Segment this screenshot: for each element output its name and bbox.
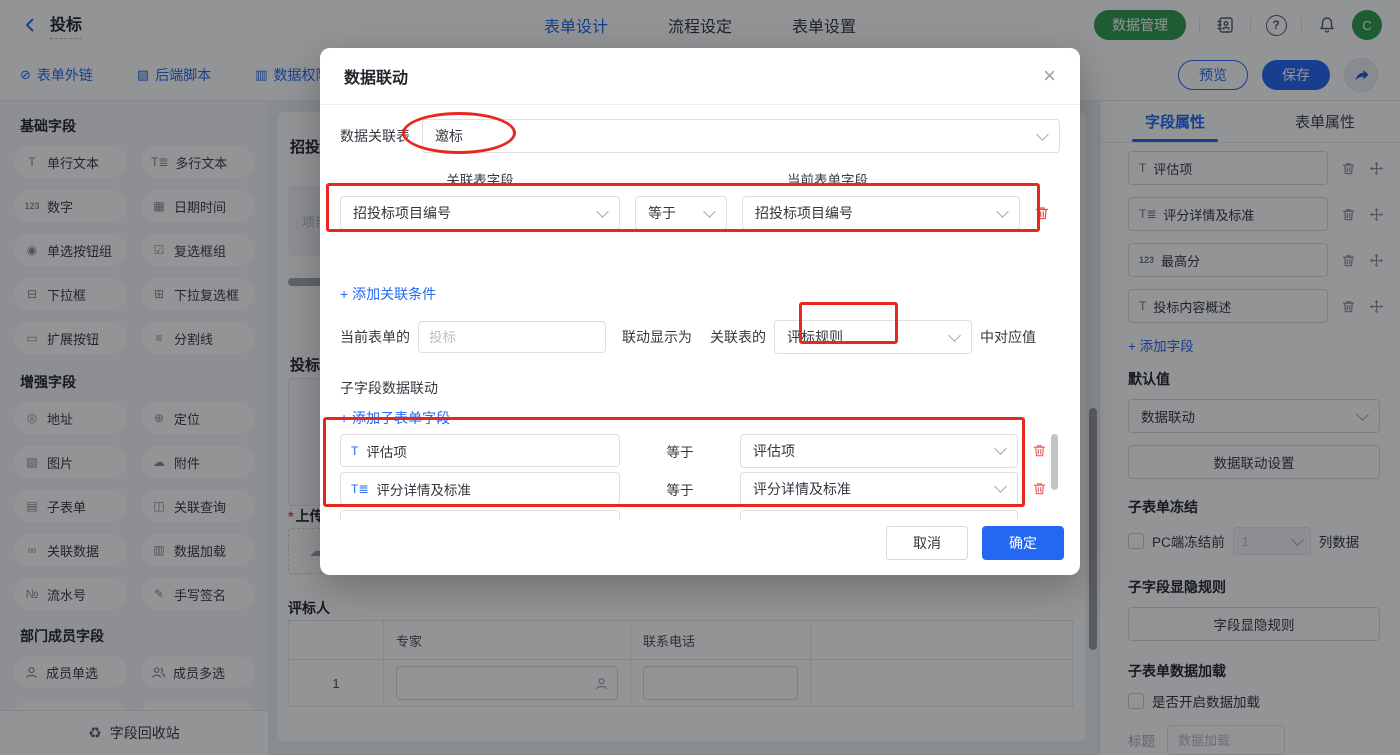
data-linkage-modal: 数据联动 × 数据关联表 邀标 关联表字段 当前表单字段 招投标项目编号 等于 …	[320, 48, 1080, 575]
chevron-down-icon	[703, 204, 716, 218]
chevron-down-icon	[994, 480, 1007, 493]
subfield-source[interactable]	[340, 510, 620, 519]
operator-label: 等于	[666, 444, 694, 460]
condition-left-select[interactable]: 招投标项目编号	[340, 196, 620, 230]
current-form-label: 当前表单的	[340, 329, 410, 345]
subfield-row: T≣ 评分详情及标准 等于 评分详情及标准	[340, 471, 1060, 506]
subfield-rows: T 评估项 等于 评估项 T≣ 评分详情及标准 等于 评分详情及标准	[340, 434, 1060, 519]
close-icon[interactable]: ×	[1043, 65, 1056, 87]
left-column-header: 关联表字段	[446, 173, 514, 188]
subfield-linkage-title: 子字段数据联动	[340, 380, 438, 396]
related-table-label: 关联表的	[710, 329, 766, 345]
screen: 投标 表单设计 流程设定 表单设置 数据管理 ? C ⊘ 表单外链 ▨ 后端脚本…	[0, 0, 1400, 755]
subfield-target-select[interactable]: 评分详情及标准	[740, 471, 1018, 506]
subfield-source[interactable]: T≣ 评分详情及标准	[340, 472, 620, 505]
relation-table-label: 数据关联表	[340, 128, 410, 144]
related-field-select[interactable]: 评标规则	[774, 320, 972, 354]
right-column-header: 当前表单字段	[787, 173, 868, 188]
text-field-icon: T	[351, 443, 359, 458]
add-condition-link[interactable]: + 添加关联条件	[340, 284, 1060, 304]
confirm-button[interactable]: 确定	[982, 526, 1064, 560]
subfield-source[interactable]: T 评估项	[340, 434, 620, 467]
current-field-input[interactable]	[418, 321, 606, 353]
condition-row: 招投标项目编号 等于 招投标项目编号	[340, 195, 1060, 231]
chevron-down-icon	[596, 204, 609, 218]
subfield-row: T 评估项 等于 评估项	[340, 434, 1060, 468]
condition-right-select[interactable]: 招投标项目编号	[742, 196, 1020, 230]
cancel-button[interactable]: 取消	[886, 526, 968, 560]
chevron-down-icon	[994, 442, 1007, 455]
delete-subfield-icon[interactable]	[1032, 443, 1047, 458]
condition-operator-select[interactable]: 等于	[635, 196, 727, 230]
delete-subfield-icon[interactable]	[1032, 481, 1047, 496]
textarea-field-icon: T≣	[351, 481, 369, 496]
modal-scrollbar[interactable]	[1051, 434, 1058, 490]
modal-title: 数据联动	[344, 70, 409, 87]
suffix-label: 中对应值	[980, 329, 1036, 345]
subfield-row-partial	[340, 509, 1060, 519]
subfield-target-select[interactable]	[740, 509, 1018, 519]
delete-condition-icon[interactable]	[1034, 205, 1050, 221]
add-subfield-link[interactable]: + 添加子表单字段	[340, 408, 1060, 428]
chevron-down-icon	[1036, 127, 1049, 141]
relation-table-select[interactable]: 邀标	[422, 119, 1060, 153]
display-as-label: 联动显示为	[622, 329, 692, 345]
chevron-down-icon	[996, 204, 1009, 218]
chevron-down-icon	[948, 328, 961, 342]
subfield-target-select[interactable]: 评估项	[740, 434, 1018, 468]
operator-label: 等于	[666, 482, 694, 498]
